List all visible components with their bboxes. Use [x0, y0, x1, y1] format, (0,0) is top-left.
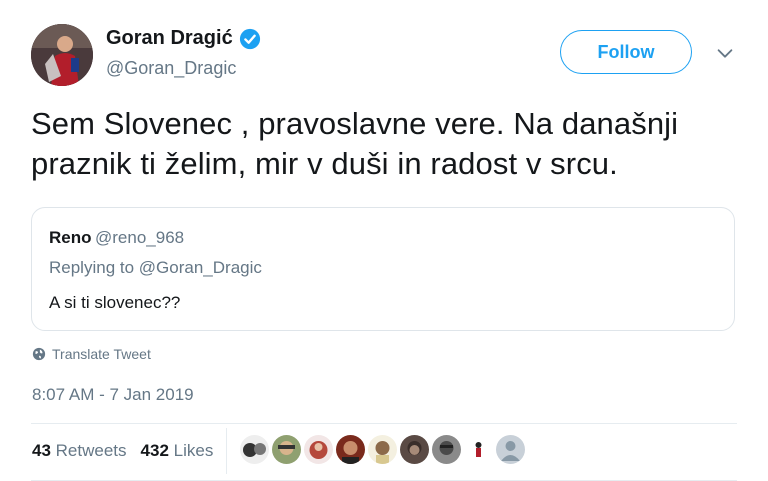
author-avatar[interactable]	[31, 24, 93, 86]
replying-to-line: Replying to @Goran_Dragic	[49, 258, 262, 278]
chevron-down-icon[interactable]	[714, 42, 736, 64]
liker-avatar[interactable]	[336, 435, 365, 464]
engagement-stats: 43 Retweets 432 Likes	[32, 441, 213, 461]
liker-avatar[interactable]	[304, 435, 333, 464]
retweets-stat[interactable]: 43 Retweets	[32, 441, 127, 461]
retweets-count: 43	[32, 441, 51, 460]
globe-icon	[32, 347, 46, 361]
avatar-photo	[31, 24, 93, 86]
quoted-tweet-text: A si ti slovenec??	[49, 293, 181, 312]
liker-avatar[interactable]	[464, 435, 493, 464]
verified-badge-icon	[239, 28, 260, 49]
author-display-name[interactable]: Goran Dragić	[106, 27, 233, 50]
liker-avatar[interactable]	[368, 435, 397, 464]
tweet-text: Sem Slovenec , pravoslavne vere. Na dana…	[31, 106, 679, 181]
translate-label: Translate Tweet	[52, 346, 151, 362]
liker-avatar[interactable]	[432, 435, 461, 464]
divider-top	[31, 423, 737, 424]
likes-label: Likes	[173, 441, 214, 460]
quoted-author-name: Reno	[49, 228, 92, 247]
follow-button[interactable]: Follow	[560, 30, 692, 74]
liker-avatar[interactable]	[400, 435, 429, 464]
retweets-label: Retweets	[55, 441, 127, 460]
quoted-tweet[interactable]: Reno @reno_968 Replying to @Goran_Dragic…	[31, 207, 735, 331]
likes-stat[interactable]: 432 Likes	[141, 441, 214, 461]
quoted-author-handle: @reno_968	[95, 228, 185, 247]
liker-avatar[interactable]	[496, 435, 525, 464]
likes-count: 432	[140, 441, 169, 460]
liker-avatars	[240, 435, 525, 464]
replying-to-prefix: Replying to	[49, 258, 135, 277]
stats-separator	[226, 428, 227, 474]
tweet-timestamp[interactable]: 8:07 AM - 7 Jan 2019	[32, 385, 194, 405]
author-handle[interactable]: @Goran_Dragic	[106, 58, 236, 79]
replying-to-mention[interactable]: @Goran_Dragic	[139, 258, 262, 277]
liker-avatar[interactable]	[272, 435, 301, 464]
translate-tweet-link[interactable]: Translate Tweet	[32, 346, 151, 362]
liker-avatar[interactable]	[240, 435, 269, 464]
